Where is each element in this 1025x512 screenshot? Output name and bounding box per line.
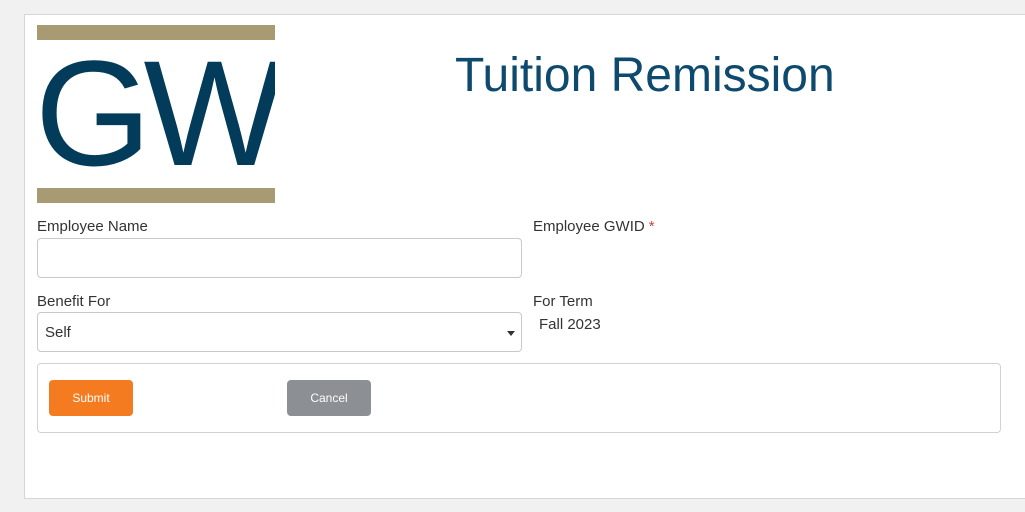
employee-gwid-label: Employee GWID * [533,218,655,235]
gw-logo: GW [37,25,275,203]
page-title: Tuition Remission [455,49,835,102]
employee-gwid-label-text: Employee GWID [533,218,645,235]
submit-button[interactable]: Submit [49,380,133,416]
for-term-label: For Term [533,293,593,310]
for-term-value: Fall 2023 [539,316,601,333]
benefit-for-label: Benefit For [37,293,111,310]
employee-name-input[interactable] [37,238,522,278]
logo-bottom-bar [37,188,275,203]
required-indicator: * [648,218,655,235]
cancel-button[interactable]: Cancel [287,380,371,416]
logo-text: GW [37,29,275,197]
action-panel [37,363,1001,433]
benefit-for-select[interactable]: Self [37,312,522,352]
benefit-for-selected-value: Self [45,324,71,341]
employee-name-label: Employee Name [37,218,148,235]
chevron-down-icon [507,331,515,336]
